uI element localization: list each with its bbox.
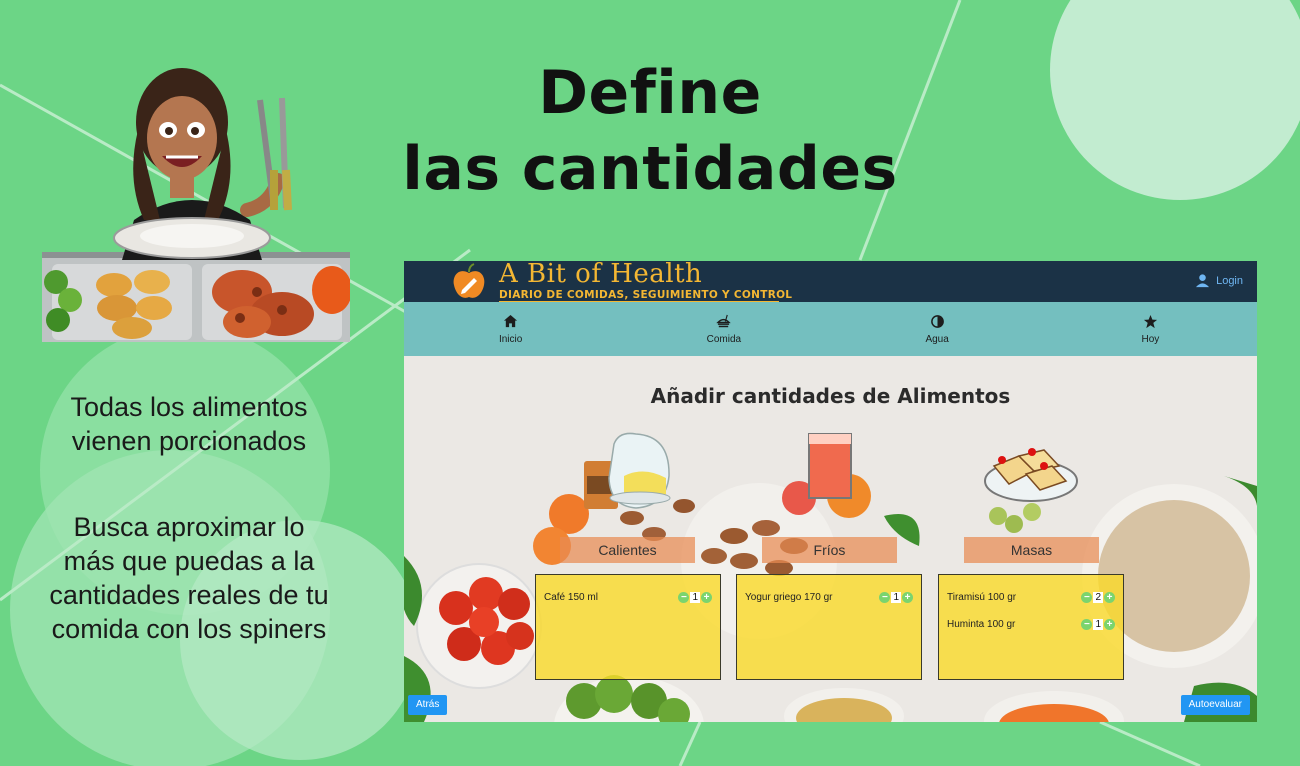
food-item: Yogur griego 170 gr − 1 + xyxy=(745,589,913,605)
decrement-button[interactable]: − xyxy=(1081,618,1093,630)
category-label-masas: Masas xyxy=(964,537,1099,563)
quantity-spinner: − 1 + xyxy=(1081,618,1115,630)
section-title: Añadir cantidades de Alimentos xyxy=(650,384,1011,408)
nav-label-comida: Comida xyxy=(706,333,742,345)
nav-label-agua: Agua xyxy=(925,333,949,345)
food-panel-calientes: Café 150 ml − 1 + xyxy=(535,574,721,680)
food-item: Tiramisú 100 gr − 2 + xyxy=(947,589,1115,605)
food-panel-masas: Tiramisú 100 gr − 2 + Huminta 100 gr − 1… xyxy=(938,574,1124,680)
quantity-spinner: − 2 + xyxy=(1081,591,1115,603)
quantity-value[interactable]: 1 xyxy=(891,591,901,603)
app-content: Añadir cantidades de Alimentos Calientes… xyxy=(404,356,1257,722)
food-item-name: Tiramisú 100 gr xyxy=(947,591,1017,603)
instruction-text-spinners: Busca aproximar lo más que puedas a la c… xyxy=(49,512,329,644)
nav-label-inicio: Inicio xyxy=(498,333,523,345)
nav-item-hoy[interactable]: Hoy xyxy=(1044,302,1257,356)
food-item-name: Café 150 ml xyxy=(544,591,598,603)
decrement-button[interactable]: − xyxy=(879,591,891,603)
increment-button[interactable]: + xyxy=(1104,591,1115,603)
apple-logo-icon xyxy=(453,263,485,298)
increment-button[interactable]: + xyxy=(902,591,913,603)
increment-button[interactable]: + xyxy=(1104,618,1115,630)
food-panel-frios: Yogur griego 170 gr − 1 + xyxy=(736,574,922,680)
slide-title-line2: las cantidades xyxy=(402,134,898,204)
login-button[interactable]: Login xyxy=(1195,273,1243,288)
nav-item-comida[interactable]: Comida xyxy=(617,302,830,356)
login-label: Login xyxy=(1216,274,1243,287)
food-item: Café 150 ml − 1 + xyxy=(544,589,712,605)
food-item-name: Huminta 100 gr xyxy=(947,618,1016,630)
quantity-value[interactable]: 2 xyxy=(1093,591,1103,603)
food-item-name: Yogur griego 170 gr xyxy=(745,591,833,603)
category-label-calientes: Calientes xyxy=(560,537,695,563)
nav-label-hoy: Hoy xyxy=(1141,333,1160,345)
quantity-value[interactable]: 1 xyxy=(1093,618,1103,630)
instruction-text-portions: Todas los alimentos vienen porcionados xyxy=(70,392,308,456)
back-button[interactable]: Atrás xyxy=(408,695,448,715)
increment-button[interactable]: + xyxy=(701,591,712,603)
food-icon xyxy=(716,314,732,327)
quantity-value[interactable]: 1 xyxy=(690,591,700,603)
decrement-button[interactable]: − xyxy=(678,591,690,603)
slide-title-line1: Define xyxy=(538,58,762,128)
contrast-icon xyxy=(930,314,944,328)
brand-name[interactable]: A Bit of Health xyxy=(499,261,702,289)
app-window: A Bit of Health DIARIO DE COMIDAS, SEGUI… xyxy=(404,261,1257,722)
evaluate-button[interactable]: Autoevaluar xyxy=(1180,695,1250,715)
avatar-illustration xyxy=(42,60,352,342)
brand-subtitle: DIARIO DE COMIDAS, SEGUIMIENTO Y CONTROL xyxy=(499,289,793,301)
user-icon xyxy=(1196,274,1210,288)
home-icon xyxy=(504,314,518,327)
star-icon xyxy=(1143,314,1157,328)
quantity-spinner: − 1 + xyxy=(879,591,913,603)
nav-item-inicio[interactable]: Inicio xyxy=(404,302,617,356)
quantity-spinner: − 1 + xyxy=(678,591,712,603)
slide-title: Define las cantidades xyxy=(380,55,920,207)
category-label-frios: Fríos xyxy=(762,537,897,563)
nav-item-agua[interactable]: Agua xyxy=(831,302,1044,356)
app-header: A Bit of Health DIARIO DE COMIDAS, SEGUI… xyxy=(404,261,1257,302)
app-nav-bar: Inicio Comida Agua Hoy xyxy=(404,302,1257,356)
decrement-button[interactable]: − xyxy=(1081,591,1093,603)
food-item: Huminta 100 gr − 1 + xyxy=(947,616,1115,632)
